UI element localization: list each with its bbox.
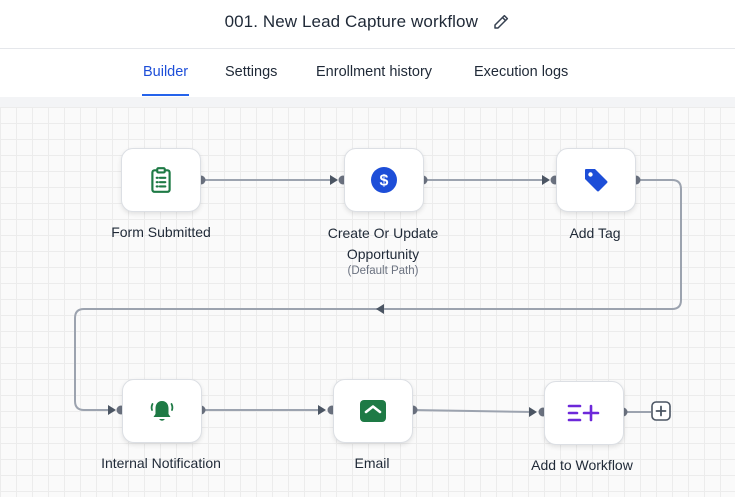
connector-3-4 <box>74 179 682 411</box>
node-label-email: Email <box>354 455 390 471</box>
envelope-icon <box>360 400 386 422</box>
arrowhead-1 <box>330 175 338 185</box>
node-add-to-workflow[interactable] <box>544 381 624 445</box>
node-create-update-opportunity[interactable]: $ <box>344 148 424 212</box>
arrowhead-2 <box>542 175 550 185</box>
clipboard-icon <box>151 167 171 193</box>
add-step-button[interactable] <box>651 401 671 421</box>
tag-icon <box>585 169 608 192</box>
node-form-submitted[interactable] <box>121 148 201 212</box>
node-label-add-to-workflow: Add to Workflow <box>531 457 633 473</box>
node-add-tag[interactable] <box>556 148 636 212</box>
bell-icon <box>150 401 174 421</box>
node-sublabel-default-path: (Default Path) <box>347 265 419 277</box>
node-label-opportunity-line2: Opportunity <box>346 246 420 262</box>
node-internal-notification[interactable] <box>122 379 202 443</box>
list-add-icon <box>567 404 600 422</box>
arrowhead-5 <box>529 407 537 417</box>
arrowhead-4 <box>318 405 326 415</box>
connector-5-6 <box>412 409 534 413</box>
node-label-opportunity-line1: Create Or Update <box>327 225 439 241</box>
node-label-form-submitted: Form Submitted <box>111 224 211 240</box>
dollar-icon: $ <box>371 167 397 193</box>
arrowhead-mid <box>376 304 384 314</box>
svg-text:$: $ <box>380 173 389 190</box>
node-label-internal-notification: Internal Notification <box>101 455 221 471</box>
arrowhead-3 <box>108 405 116 415</box>
node-label-add-tag: Add Tag <box>569 225 621 241</box>
node-email[interactable] <box>333 379 413 443</box>
